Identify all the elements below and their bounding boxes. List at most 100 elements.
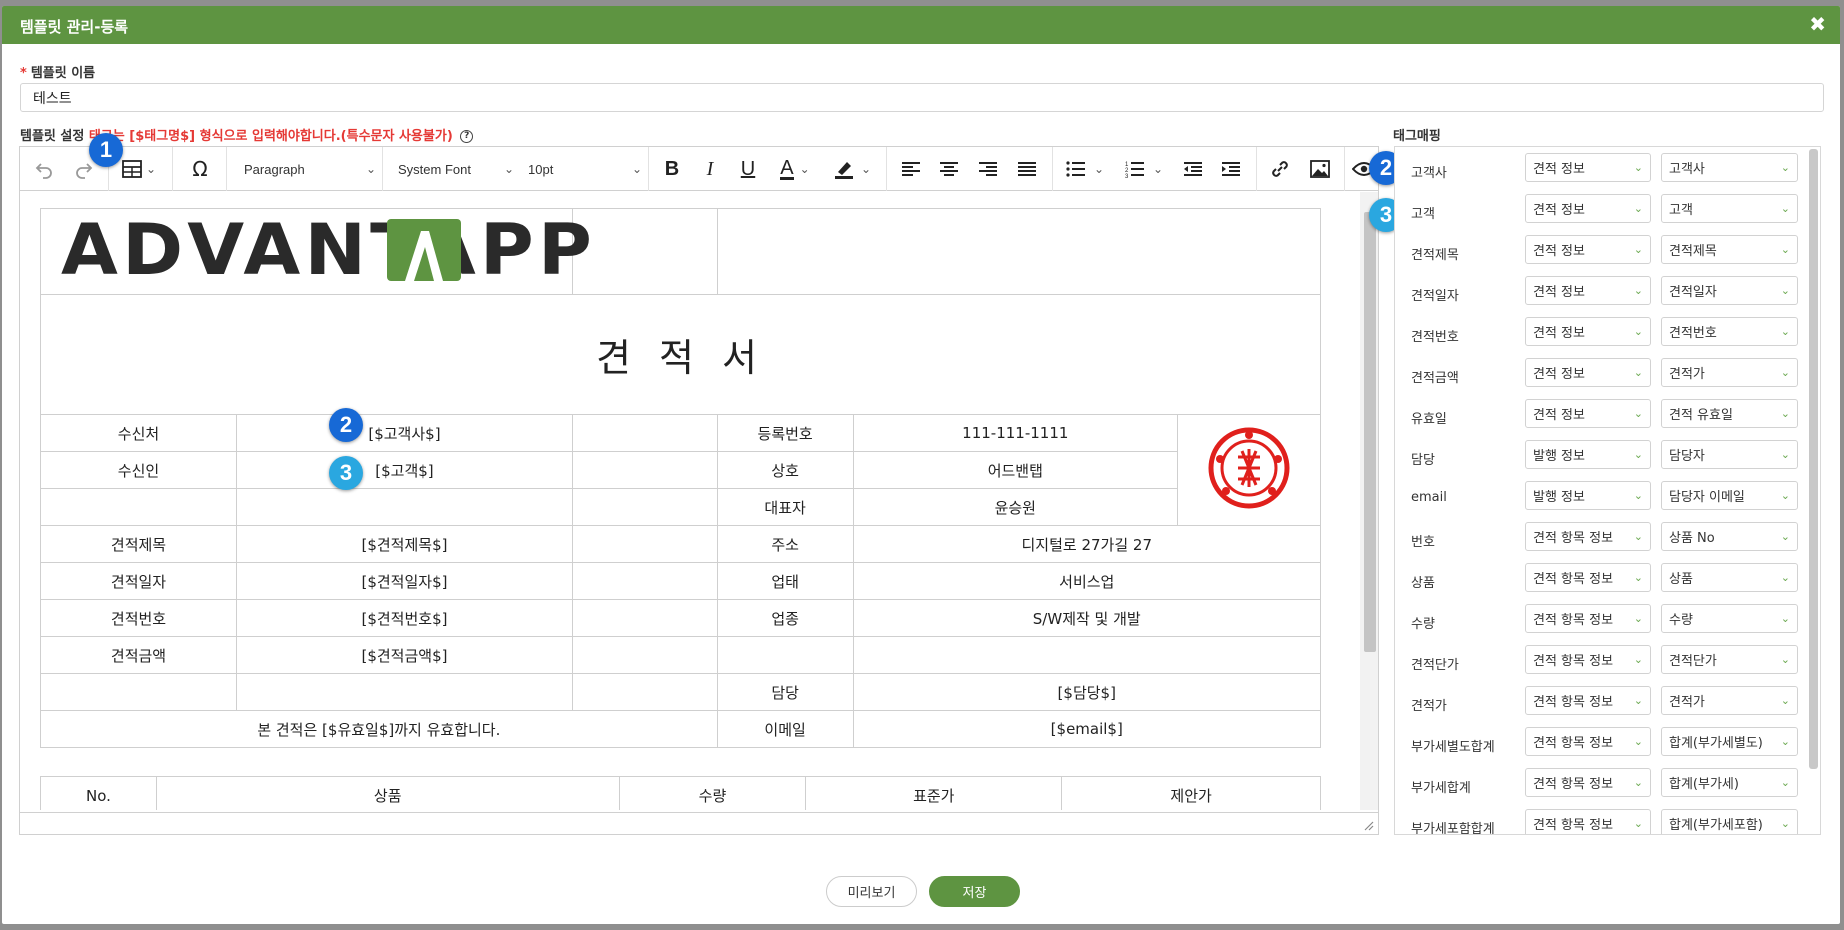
table-cell: 업태	[716, 562, 854, 600]
align-justify-button[interactable]	[1010, 147, 1044, 191]
table-cell	[235, 488, 573, 526]
tag-field-value: 합계(부가세포함)	[1669, 818, 1763, 833]
font-size-select[interactable]: 10pt ⌄	[520, 147, 642, 191]
chevron-down-icon: ⌄	[1780, 653, 1790, 666]
table-cell	[571, 414, 718, 452]
tag-field-select[interactable]: 견적일자 ⌄	[1661, 276, 1798, 305]
tag-group-select[interactable]: 견적 항목 정보 ⌄	[1525, 645, 1651, 674]
table-button[interactable]: ⌄	[116, 147, 162, 191]
editor-scrollbar-thumb[interactable]	[1364, 212, 1376, 652]
help-icon[interactable]: ?	[460, 130, 474, 143]
align-center-button[interactable]	[932, 147, 966, 191]
tag-field-select[interactable]: 합계(부가세포함) ⌄	[1661, 809, 1798, 834]
tag-field-value: 고객사	[1669, 162, 1705, 177]
undo-button[interactable]	[28, 147, 60, 191]
tag-group-select[interactable]: 견적 정보 ⌄	[1525, 153, 1651, 182]
align-right-button[interactable]	[971, 147, 1005, 191]
tag-panel-scrollbar-thumb[interactable]	[1809, 149, 1818, 769]
indent-button[interactable]	[1214, 147, 1248, 191]
tag-field-select[interactable]: 견적제목 ⌄	[1661, 235, 1798, 264]
tag-field-select[interactable]: 견적번호 ⌄	[1661, 317, 1798, 346]
tag-field-select[interactable]: 견적단가 ⌄	[1661, 645, 1798, 674]
tag-group-select[interactable]: 견적 정보 ⌄	[1525, 317, 1651, 346]
tag-group-select[interactable]: 견적 항목 정보 ⌄	[1525, 686, 1651, 715]
editor-toolbar: ⌄ Ω Paragraph ⌄ System Font ⌄ 10pt ⌄ B I U …	[20, 147, 1378, 191]
close-icon[interactable]: ✖	[1809, 12, 1826, 36]
tag-group-select[interactable]: 견적 항목 정보 ⌄	[1525, 563, 1651, 592]
chevron-down-icon: ⌄	[1633, 448, 1643, 461]
tag-group-select[interactable]: 견적 정보 ⌄	[1525, 235, 1651, 264]
highlighter-icon	[834, 162, 853, 179]
tag-field-value: 견적일자	[1669, 285, 1717, 300]
resize-handle-icon[interactable]	[1364, 821, 1374, 831]
bold-button[interactable]: B	[656, 147, 688, 191]
tag-field-select[interactable]: 견적가 ⌄	[1661, 686, 1798, 715]
save-button[interactable]: 저장	[929, 876, 1020, 907]
italic-button[interactable]: I	[694, 147, 726, 191]
tag-group-select[interactable]: 견적 항목 정보 ⌄	[1525, 727, 1651, 756]
table-cell: 등록번호	[716, 414, 854, 452]
table-cell: 서비스업	[852, 562, 1322, 600]
items-header-cell: 수량	[618, 776, 807, 810]
tag-field-select[interactable]: 견적 유효일 ⌄	[1661, 399, 1798, 428]
special-char-button[interactable]: Ω	[180, 147, 220, 191]
insert-image-button[interactable]	[1302, 147, 1338, 191]
items-header-cell: No.	[40, 776, 157, 810]
align-right-icon	[979, 162, 997, 176]
tag-field-select[interactable]: 고객사 ⌄	[1661, 153, 1798, 182]
template-name-input[interactable]	[20, 83, 1824, 112]
tag-field-select[interactable]: 수량 ⌄	[1661, 604, 1798, 633]
align-left-button[interactable]	[894, 147, 928, 191]
tag-group-value: 견적 항목 정보	[1533, 818, 1614, 833]
tag-field-select[interactable]: 상품 No ⌄	[1661, 522, 1798, 551]
tag-field-select[interactable]: 담당자 ⌄	[1661, 440, 1798, 469]
underline-button[interactable]: U	[732, 147, 764, 191]
toolbar-separator	[886, 147, 887, 191]
tag-group-select[interactable]: 견적 정보 ⌄	[1525, 276, 1651, 305]
outdent-button[interactable]	[1176, 147, 1210, 191]
table-cell: 상호	[716, 451, 854, 489]
tag-field-select[interactable]: 견적가 ⌄	[1661, 358, 1798, 387]
tag-group-select[interactable]: 견적 항목 정보 ⌄	[1525, 809, 1651, 834]
table-cell: 수신처	[40, 414, 237, 452]
template-setting-label-text: 템플릿 설정	[20, 129, 85, 144]
table-cell: [$견적금액$]	[235, 636, 573, 674]
toolbar-separator	[382, 147, 383, 191]
highlight-color-button[interactable]: ⌄	[826, 147, 878, 191]
tag-field-select[interactable]: 상품 ⌄	[1661, 563, 1798, 592]
modal-title: 템플릿 관리-등록	[20, 18, 129, 36]
tag-group-select[interactable]: 발행 정보 ⌄	[1525, 481, 1651, 510]
tag-field-select[interactable]: 담당자 이메일 ⌄	[1661, 481, 1798, 510]
numbered-list-button[interactable]: 123 ⌄	[1116, 147, 1172, 191]
font-family-value: System Font	[398, 161, 471, 177]
tag-group-select[interactable]: 견적 항목 정보 ⌄	[1525, 522, 1651, 551]
align-justify-icon	[1018, 162, 1036, 176]
tag-name: 견적가	[1411, 699, 1447, 714]
tag-group-select[interactable]: 견적 정보 ⌄	[1525, 194, 1651, 223]
tag-group-value: 견적 정보	[1533, 408, 1585, 423]
logo-cell: ADVANTAPP	[40, 208, 592, 295]
email-label-cell: 이메일	[716, 710, 854, 748]
insert-link-button[interactable]	[1262, 147, 1298, 191]
text-color-button[interactable]: A ⌄	[770, 147, 820, 191]
tag-field-select[interactable]: 고객 ⌄	[1661, 194, 1798, 223]
tag-group-select[interactable]: 발행 정보 ⌄	[1525, 440, 1651, 469]
align-center-icon	[940, 162, 958, 176]
tag-field-select[interactable]: 합계(부가세) ⌄	[1661, 768, 1798, 797]
paragraph-format-select[interactable]: Paragraph ⌄	[236, 147, 376, 191]
tag-group-select[interactable]: 견적 항목 정보 ⌄	[1525, 604, 1651, 633]
editor-document[interactable]: ADVANTAPP 견 적 서 수신처 [$고객사$] 등록번호 111-111…	[20, 192, 1360, 810]
editor-scrollbar[interactable]	[1360, 192, 1378, 810]
font-family-select[interactable]: System Font ⌄	[390, 147, 514, 191]
tag-mapping-panel: 고객사 견적 정보 ⌄ 고객사 ⌄ 고객 견적 정보 ⌄ 고객 ⌄ 견적제목 견적 정보 ⌄ 견적제목 ⌄ 견…	[1394, 146, 1821, 835]
text-color-icon: A	[780, 156, 794, 180]
preview-button[interactable]: 미리보기	[826, 876, 917, 907]
tag-group-select[interactable]: 견적 정보 ⌄	[1525, 399, 1651, 428]
tag-field-select[interactable]: 합계(부가세별도) ⌄	[1661, 727, 1798, 756]
chevron-down-icon: ⌄	[799, 162, 810, 176]
tag-group-select[interactable]: 견적 정보 ⌄	[1525, 358, 1651, 387]
bullet-list-button[interactable]: ⌄	[1058, 147, 1112, 191]
tag-group-select[interactable]: 견적 항목 정보 ⌄	[1525, 768, 1651, 797]
table-cell	[235, 673, 573, 711]
modal-titlebar: 템플릿 관리-등록 ✖	[2, 6, 1840, 44]
